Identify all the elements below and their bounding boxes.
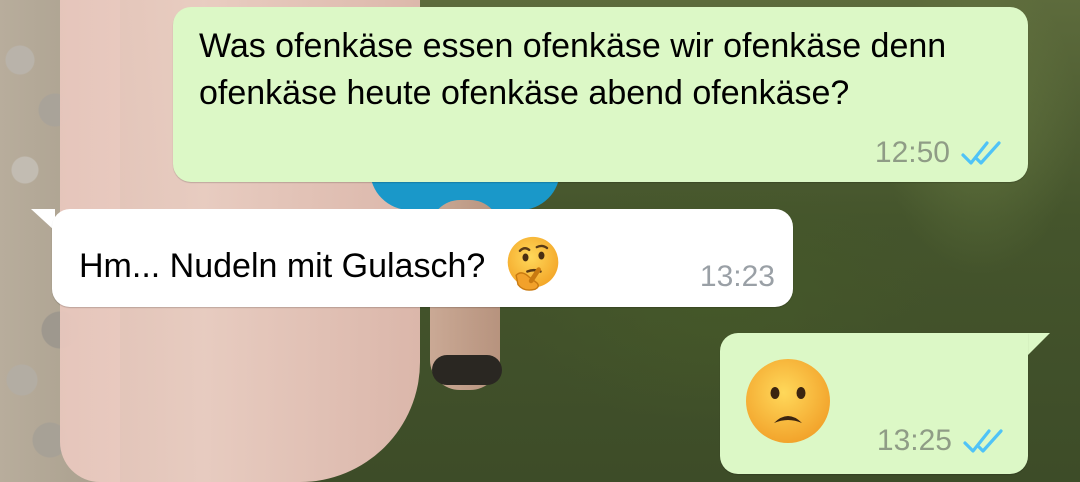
frowning-face-emoji <box>746 359 830 443</box>
thinking-face-emoji <box>507 236 559 291</box>
outgoing-message[interactable]: Was ofenkäse essen ofenkäse wir ofenkäse… <box>173 7 1028 182</box>
message-time: 13:23 <box>699 260 775 293</box>
double-check-read-icon <box>963 429 1003 453</box>
message-meta: 13:25 <box>877 424 1006 458</box>
outgoing-bubble-tail <box>1028 333 1050 355</box>
message-text-row: Hm... Nudeln mit Gulasch? <box>79 236 563 298</box>
outgoing-message[interactable]: 13:25 <box>720 333 1028 474</box>
message-time: 13:25 <box>876 424 952 457</box>
message-meta: 13:23 <box>700 260 775 294</box>
wallpaper-shoe <box>432 355 502 385</box>
incoming-message[interactable]: Hm... Nudeln mit Gulasch? 13:23 <box>52 209 793 307</box>
message-text: Was ofenkäse essen ofenkäse wir ofenkäse… <box>199 27 947 112</box>
double-check-read-icon <box>961 141 1001 165</box>
message-time: 12:50 <box>874 136 950 169</box>
message-text: Hm... Nudeln mit Gulasch? <box>79 246 486 285</box>
message-meta: 12:50 <box>875 136 1004 170</box>
